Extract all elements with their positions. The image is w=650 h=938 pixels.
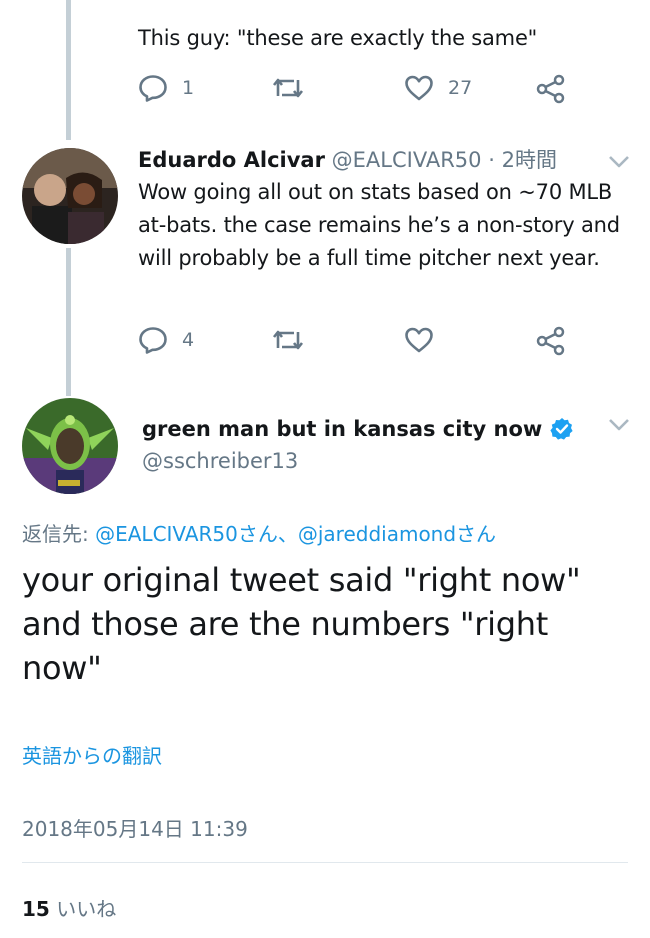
prev-tweet-text: This guy: "these are exactly the same" — [138, 26, 538, 50]
heart-icon — [405, 75, 433, 101]
prev-like-count: 27 — [448, 77, 473, 99]
chevron-down-icon[interactable] — [608, 155, 630, 169]
avatar-eduardo[interactable] — [22, 148, 118, 244]
focused-handle[interactable]: @sschreiber13 — [142, 449, 298, 473]
reply-icon — [139, 75, 167, 102]
reply-separator: · — [488, 148, 495, 172]
divider — [22, 862, 628, 863]
retweet-icon — [272, 330, 304, 350]
reply-display-name[interactable]: Eduardo Alcivar — [138, 148, 325, 172]
reply-to-label: 返信先: — [22, 522, 89, 546]
reply-retweet-button[interactable] — [272, 328, 304, 352]
avatar-photo — [22, 148, 118, 244]
thread-line-middle — [66, 248, 71, 396]
reply-icon — [139, 327, 167, 354]
reply-like-button[interactable] — [404, 326, 434, 354]
reply-reply-count: 4 — [182, 329, 195, 351]
prev-share-button[interactable] — [536, 74, 566, 104]
likes-count: 15 — [22, 897, 50, 921]
share-icon — [536, 74, 565, 104]
heart-icon — [405, 327, 433, 353]
likes-label: いいね — [56, 897, 117, 921]
prev-reply-button[interactable]: 1 — [138, 74, 194, 102]
focused-tweet-text: your original tweet said "right now" and… — [22, 561, 581, 687]
reply-tweet-header: Eduardo Alcivar @EALCIVAR50 · 2時間 — [138, 144, 557, 174]
translate-link[interactable]: 英語からの翻訳 — [22, 740, 162, 769]
focused-display-name[interactable]: green man but in kansas city now — [142, 417, 542, 441]
reply-handle[interactable]: @EALCIVAR50 — [332, 148, 482, 172]
avatar-green-man[interactable] — [22, 398, 118, 494]
retweet-icon — [272, 78, 304, 98]
chevron-down-icon[interactable] — [608, 418, 630, 432]
thread-line-top — [66, 0, 71, 140]
likes-summary[interactable]: 15 いいね — [22, 893, 116, 922]
reply-to-line: 返信先: @EALCIVAR50さん、@jareddiamondさん — [22, 518, 496, 547]
tweet-timestamp: 2018年05月14日 11:39 — [22, 817, 248, 841]
focused-display-name-row: green man but in kansas city now — [142, 417, 574, 441]
reply-time-ago: 2時間 — [501, 148, 557, 172]
avatar-photo — [22, 398, 118, 494]
verified-badge-icon — [550, 418, 573, 440]
reply-share-button[interactable] — [536, 326, 566, 356]
reply-to-users-link[interactable]: @EALCIVAR50さん、@jareddiamondさん — [95, 522, 496, 546]
prev-retweet-button[interactable] — [272, 76, 304, 100]
share-icon — [536, 326, 565, 356]
reply-tweet-text: Wow going all out on stats based on ~70 … — [138, 180, 620, 270]
prev-like-button[interactable]: 27 — [404, 74, 472, 102]
prev-reply-count: 1 — [182, 77, 195, 99]
reply-reply-button[interactable]: 4 — [138, 326, 194, 354]
